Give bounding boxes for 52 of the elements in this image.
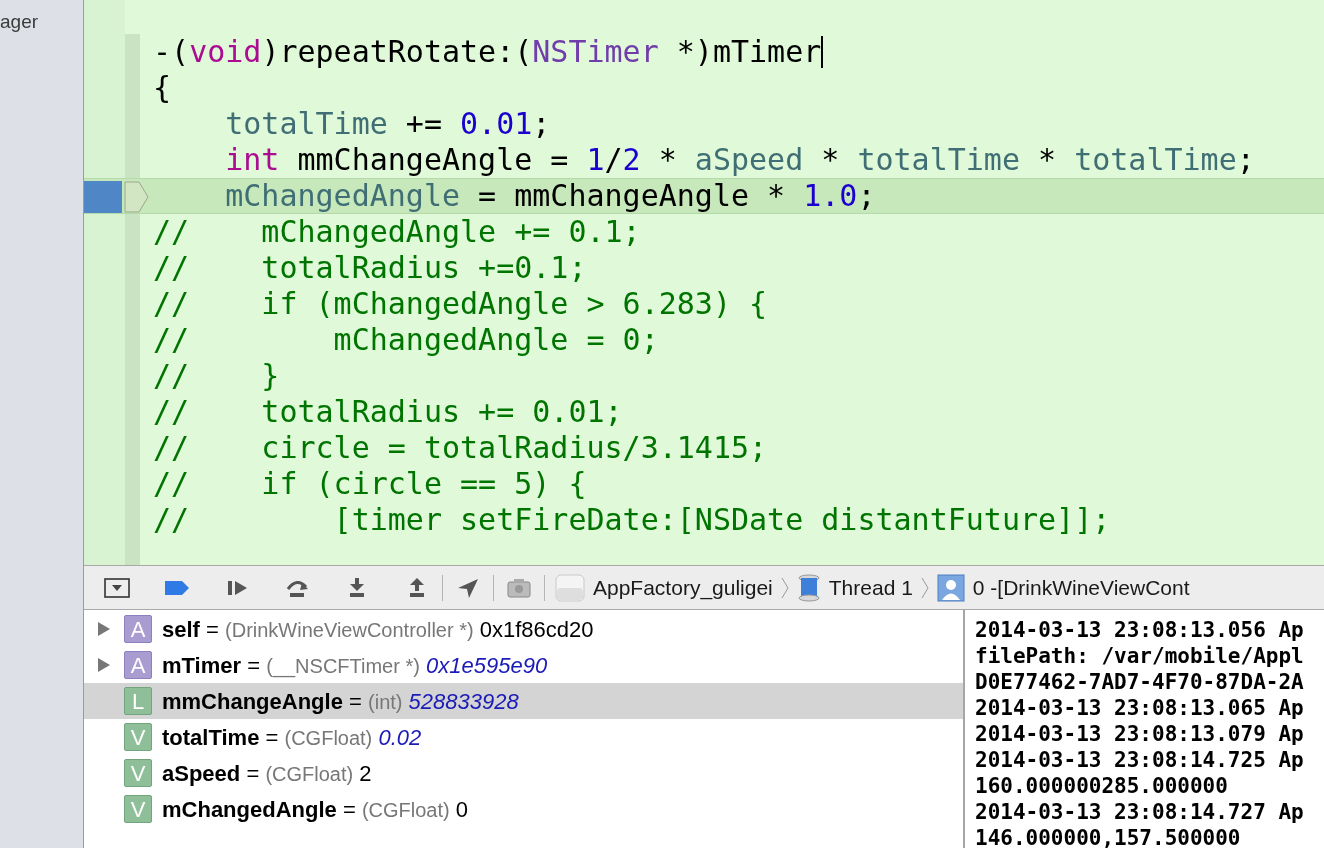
variable-badge: A (124, 615, 152, 643)
variable-text: mTimer = (__NSCFTimer *) 0x1e595e90 (162, 651, 548, 680)
app-icon (555, 573, 585, 602)
breadcrumb-item[interactable]: 0 -[DrinkWineViewCont (972, 571, 1190, 604)
disclosure-triangle-icon[interactable] (97, 621, 111, 637)
console-line: 2014-03-13 23:08:13.065 Ap (975, 695, 1305, 721)
code-line: { (153, 70, 172, 106)
variable-row[interactable]: A mTimer = (__NSCFTimer *) 0x1e595e90 (84, 647, 963, 683)
code-line: // totalRadius += 0.01; (153, 394, 623, 430)
code-line: // if (circle == 5) { (153, 466, 587, 502)
variable-badge: A (124, 651, 152, 679)
variable-text: mChangedAngle = (CGFloat) 0 (162, 795, 469, 824)
chevron-icon (920, 576, 929, 599)
variable-row[interactable]: L mmChangeAngle = (int) 528833928 (84, 683, 963, 719)
code-line: // [timer setFireDate:[NSDate distantFuture]]; (153, 502, 1111, 538)
code-line: // mChangedAngle += 0.1; (153, 214, 641, 250)
console-line: D0E77462-7AD7-4F70-87DA-2A (975, 669, 1305, 695)
breadcrumb-item[interactable]: Thread 1 (828, 571, 913, 604)
console-line: 146.000000,157.500000 (975, 825, 1242, 848)
user-icon (936, 573, 965, 602)
console-line: 2014-03-13 23:08:14.725 Ap (975, 747, 1305, 773)
code-line: // if (mChangedAngle > 6.283) { (153, 286, 768, 322)
sidebar-label: ager (0, 10, 40, 34)
variable-row[interactable]: V mChangedAngle = (CGFloat) 0 (84, 791, 963, 827)
code-line: // totalRadius +=0.1; (153, 250, 587, 286)
variable-row[interactable]: A self = (DrinkWineViewController *) 0x1f86cd20 (84, 611, 963, 647)
variable-text: mmChangeAngle = (int) 528833928 (162, 687, 519, 716)
variable-text: self = (DrinkWineViewController *) 0x1f86cd20 (162, 615, 594, 644)
console-line: filePath: /var/mobile/Appl (975, 643, 1305, 669)
disclosure-triangle-icon[interactable] (97, 657, 111, 673)
variable-badge: L (124, 687, 152, 715)
code-line: totalTime += 0.01; (224, 106, 551, 142)
breadcrumb-item[interactable]: AppFactory_guligei (593, 571, 773, 604)
code-line: // circle = totalRadius/3.1415; (153, 430, 768, 466)
variable-row[interactable]: V totalTime = (CGFloat) 0.02 (84, 719, 963, 755)
chevron-icon (780, 576, 789, 599)
variable-row[interactable]: V aSpeed = (CGFloat) 2 (84, 755, 963, 791)
console-line: 2014-03-13 23:08:13.056 Ap (975, 617, 1305, 643)
console-line: 2014-03-13 23:08:13.079 Ap (975, 721, 1305, 747)
variable-text: totalTime = (CGFloat) 0.02 (162, 723, 422, 752)
console-line: 160.000000285.000000 (975, 773, 1229, 799)
code-line: // mChangedAngle = 0; (153, 322, 659, 358)
console-line: 2014-03-13 23:08:14.727 Ap (975, 799, 1305, 825)
variable-badge: V (124, 795, 152, 823)
variable-text: aSpeed = (CGFloat) 2 (162, 759, 372, 788)
code-line: int mmChangeAngle = 1/2 * aSpeed * totalTime * totalTime; (224, 142, 1255, 178)
code-line: // } (153, 358, 280, 394)
code-line: -(void)repeatRotate:(NSTimer *)mTimer (153, 34, 823, 70)
code-line: mChangedAngle = mmChangeAngle * 1.0; (224, 178, 876, 214)
spool-icon (796, 573, 821, 602)
variable-badge: V (124, 723, 152, 751)
variable-badge: V (124, 759, 152, 787)
